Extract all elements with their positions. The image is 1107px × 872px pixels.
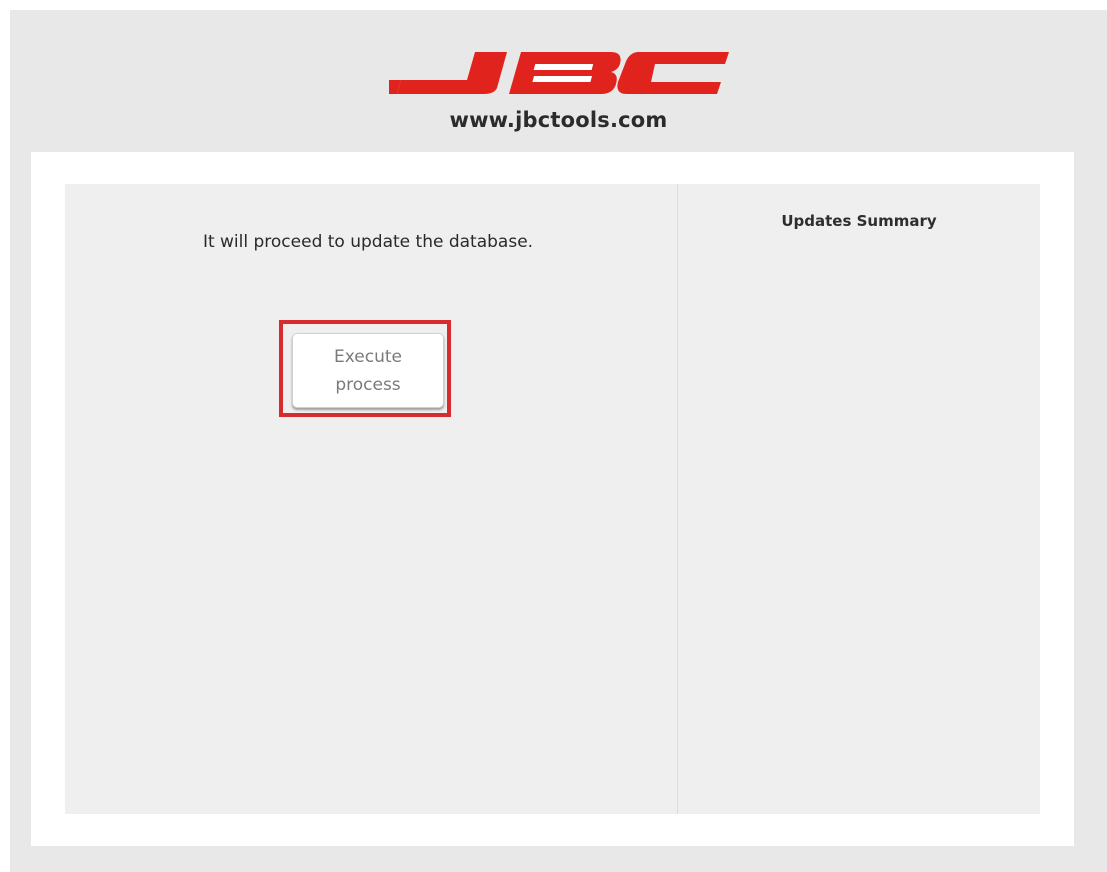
website-url: www.jbctools.com bbox=[449, 108, 668, 132]
content-card: It will proceed to update the database. … bbox=[31, 152, 1074, 846]
app-background: www.jbctools.com It will proceed to upda… bbox=[10, 10, 1107, 872]
execute-button-label-line1: Execute bbox=[334, 346, 402, 367]
execute-button-label-line2: process bbox=[335, 374, 401, 395]
updates-summary-panel: Updates Summary bbox=[678, 184, 1040, 814]
execute-process-button[interactable]: Execute process bbox=[292, 333, 444, 408]
update-panel: It will proceed to update the database. … bbox=[65, 184, 677, 814]
update-message: It will proceed to update the database. bbox=[202, 232, 534, 252]
updates-summary-title: Updates Summary bbox=[781, 212, 937, 230]
jbc-logo bbox=[10, 50, 1107, 96]
jbc-logo-icon bbox=[388, 52, 729, 94]
